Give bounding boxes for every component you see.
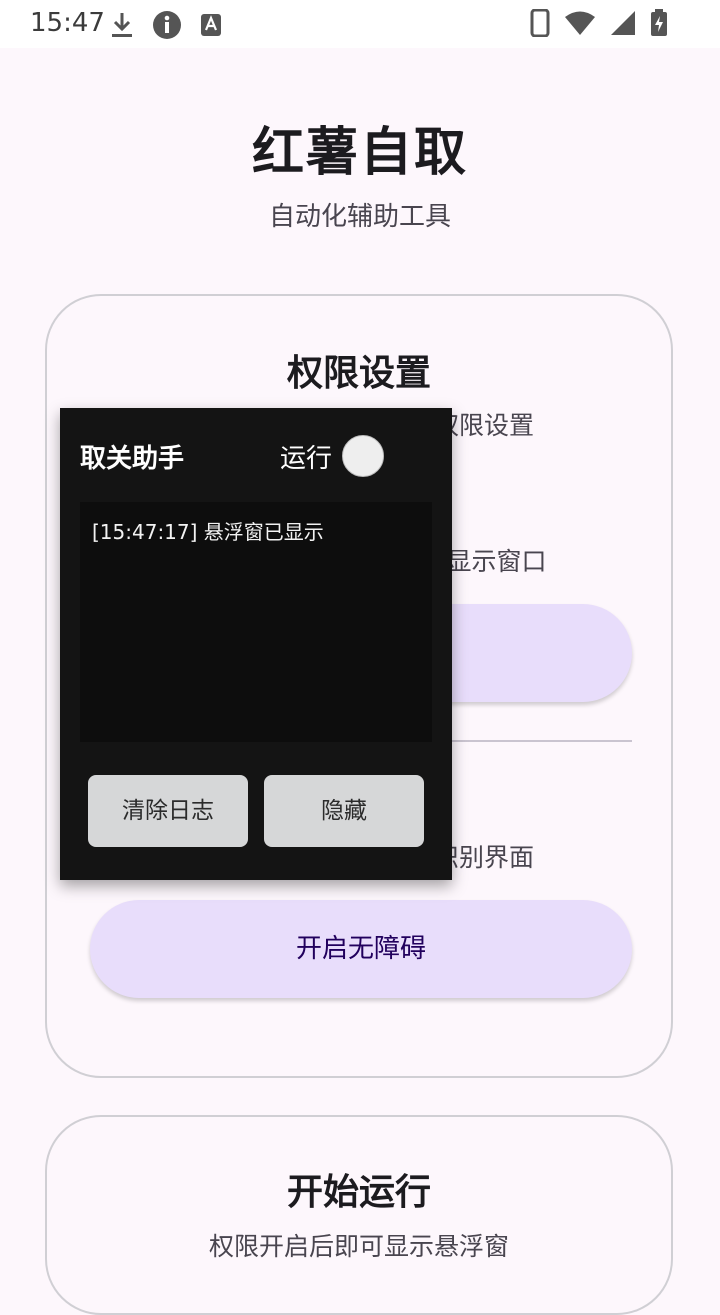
run-description: 权限开启后即可显示悬浮窗 — [208, 1232, 509, 1261]
info-icon — [153, 11, 181, 39]
enable-accessibility-button[interactable]: 开启无障碍 — [90, 900, 632, 998]
download-icon — [112, 13, 132, 37]
floating-panel-title: 取关助手 — [80, 444, 185, 474]
log-area[interactable]: [15:47:17] 悬浮窗已显示 — [80, 502, 432, 742]
run-label: 运行 — [280, 444, 333, 474]
clear-log-button[interactable]: 清除日志 — [88, 775, 248, 847]
floating-panel[interactable]: 取关助手 运行 [15:47:17] 悬浮窗已显示 清除日志 隐藏 — [60, 408, 452, 880]
a-keyboard-icon — [201, 14, 221, 36]
phone-icon — [530, 9, 550, 37]
run-card: 开始运行 权限开启后即可显示悬浮窗 — [45, 1115, 673, 1315]
status-bar: 15:47 — [0, 0, 720, 48]
app-subtitle: 自动化辅助工具 — [268, 202, 451, 232]
permissions-title: 权限设置 — [286, 353, 431, 394]
battery-icon — [651, 9, 667, 36]
signal-icon — [611, 11, 635, 35]
log-line: [15:47:17] 悬浮窗已显示 — [92, 520, 324, 544]
app-title: 红薯自取 — [251, 123, 468, 183]
run-toggle[interactable] — [342, 435, 384, 477]
run-title: 开始运行 — [286, 1172, 431, 1213]
wifi-icon — [565, 11, 595, 35]
hide-button[interactable]: 隐藏 — [264, 775, 424, 847]
status-time: 15:47 — [30, 8, 105, 38]
